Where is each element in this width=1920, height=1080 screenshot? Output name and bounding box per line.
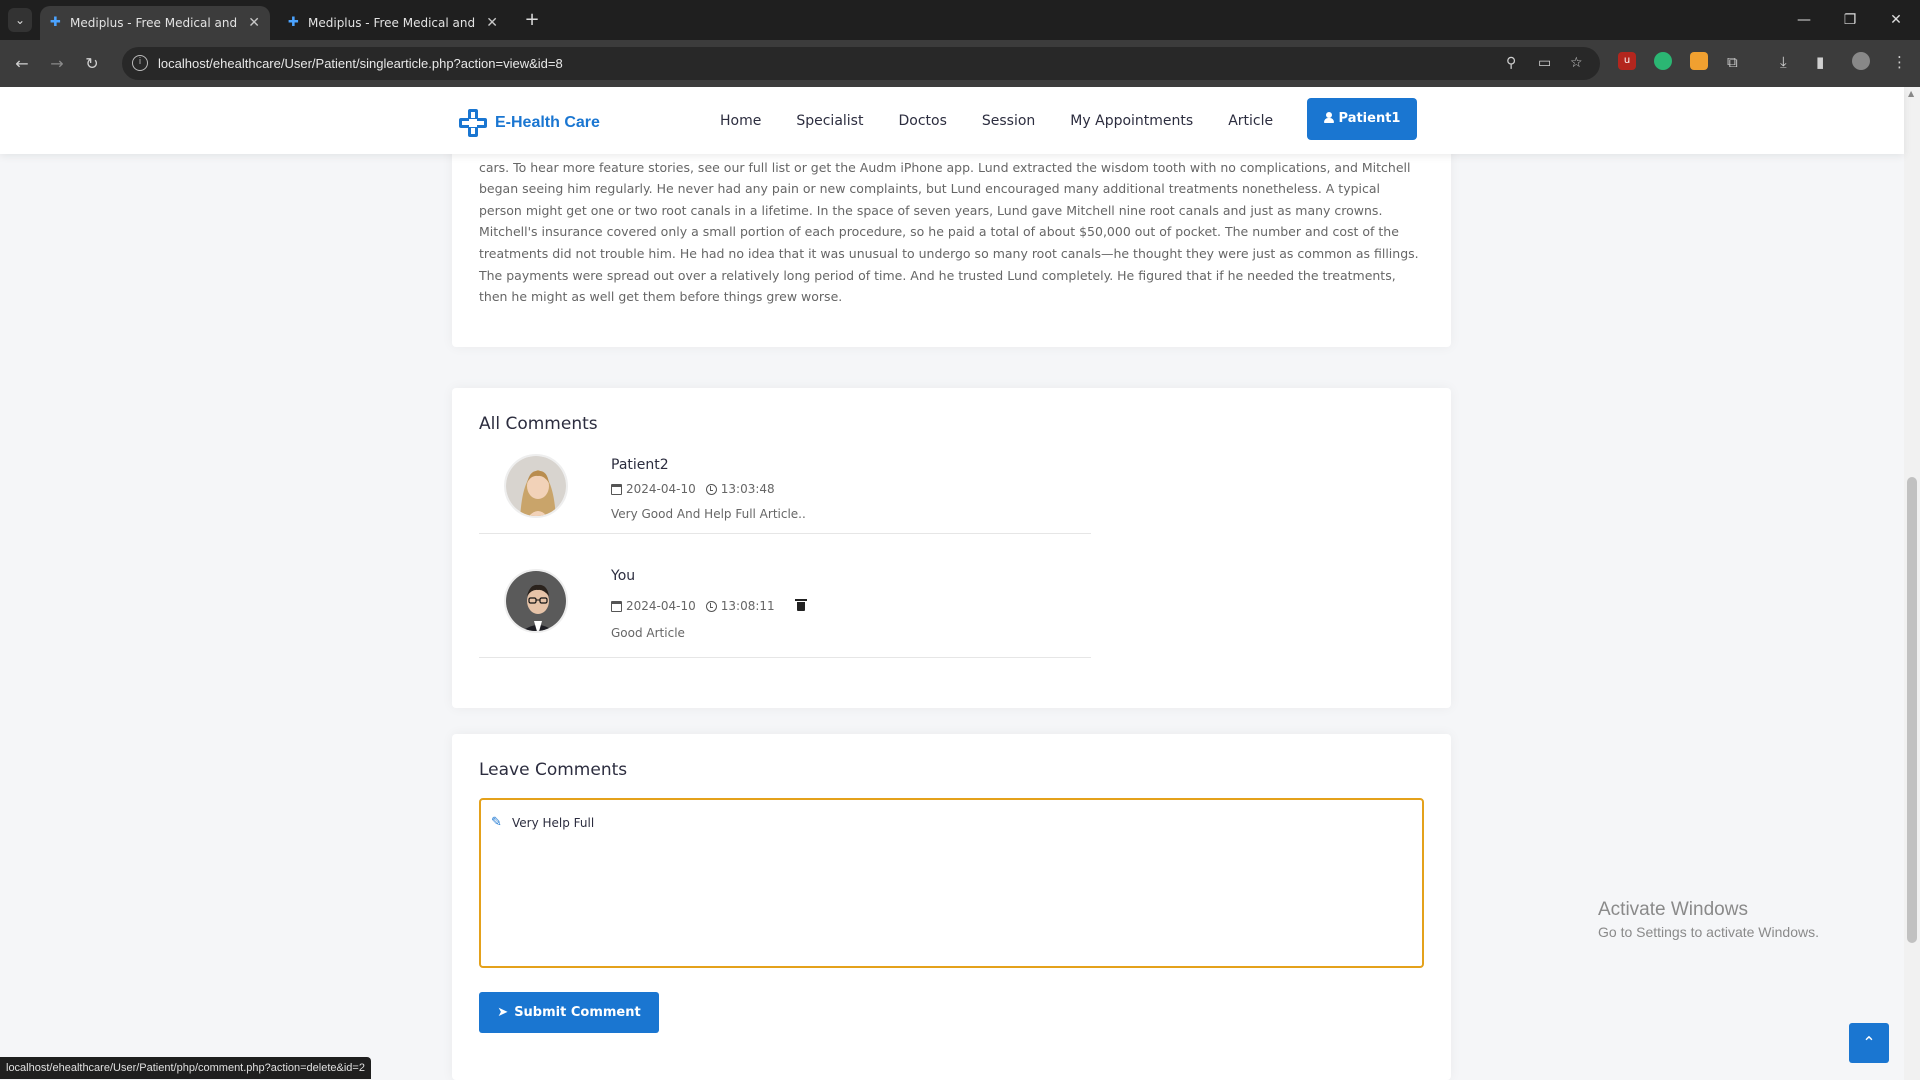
- extension-green-icon[interactable]: [1654, 52, 1672, 70]
- chevron-up-icon: ⌃: [1862, 1033, 1876, 1052]
- main-nav: Home Specialist Doctos Session My Appoin…: [720, 87, 1308, 154]
- comment-time: 13:03:48: [720, 482, 775, 496]
- extension-orange-icon[interactable]: [1690, 52, 1708, 70]
- browser-toolbar: ← → ↻ i localhost/ehealthcare/User/Patie…: [0, 40, 1920, 87]
- nav-session[interactable]: Session: [982, 113, 1035, 129]
- forward-arrow-icon[interactable]: →: [45, 52, 69, 76]
- avatar: [504, 454, 568, 518]
- restore-button[interactable]: ❐: [1830, 6, 1870, 34]
- profile-avatar-icon[interactable]: [1852, 52, 1870, 70]
- comment-author: Patient2: [611, 457, 669, 473]
- leave-comment-card: Leave Comments ✎ Very Help Full ➤ Submit …: [452, 734, 1451, 1080]
- comment-date: 2024-04-10: [626, 599, 696, 613]
- leave-comment-title: Leave Comments: [479, 760, 628, 780]
- man-avatar-icon: [506, 571, 566, 631]
- tab-search-button[interactable]: ⌄: [8, 8, 32, 32]
- comment-item: You 2024-04-10 13:08:11 Good Article: [479, 534, 1091, 658]
- browser-tab[interactable]: ✚ Mediplus - Free Medical and Do ✕: [278, 6, 508, 40]
- comment-meta: 2024-04-10 13:08:11: [611, 598, 807, 613]
- calendar-icon: [611, 600, 622, 612]
- windows-activation-watermark: Activate Windows Go to Settings to activ…: [1598, 898, 1819, 942]
- browser-menu-icon[interactable]: ⋮: [1892, 52, 1907, 72]
- submit-comment-button[interactable]: ➤ Submit Comment: [479, 992, 659, 1033]
- tab-title: Mediplus - Free Medical and Do: [70, 16, 240, 30]
- close-window-button[interactable]: ✕: [1876, 6, 1916, 34]
- close-tab-icon[interactable]: ✕: [248, 6, 260, 40]
- calendar-icon: [611, 483, 622, 495]
- comment-time: 13:08:11: [720, 599, 775, 613]
- comment-textarea[interactable]: ✎ Very Help Full: [479, 798, 1424, 968]
- delete-comment-trash-icon[interactable]: [794, 598, 807, 611]
- site-logo[interactable]: E-Health Care: [457, 107, 600, 139]
- link-status-bubble: localhost/ehealthcare/User/Patient/php/c…: [0, 1057, 371, 1079]
- back-to-top-button[interactable]: ⌃: [1849, 1023, 1889, 1063]
- article-body: was charming, chatty, and upbeat. At the…: [479, 138, 1419, 305]
- paper-plane-icon: ➤: [497, 1005, 509, 1020]
- nav-specialist[interactable]: Specialist: [796, 113, 863, 129]
- watermark-title: Activate Windows: [1598, 899, 1748, 920]
- avatar: [504, 569, 568, 633]
- comment-date: 2024-04-10: [626, 482, 696, 496]
- minimize-button[interactable]: —: [1784, 6, 1824, 34]
- download-icon[interactable]: ⤓: [1780, 52, 1787, 72]
- comments-card: All Comments Patient2 2024-04-10 13:03:4…: [452, 388, 1451, 708]
- comment-author: You: [611, 568, 636, 584]
- user-account-label: Patient1: [1338, 111, 1401, 126]
- bookmark-star-icon[interactable]: ☆: [1570, 55, 1583, 71]
- nav-home[interactable]: Home: [720, 113, 761, 129]
- pencil-icon: ✎: [491, 815, 502, 830]
- card-icon[interactable]: ▭: [1538, 55, 1551, 71]
- site-info-icon[interactable]: i: [132, 55, 148, 71]
- extensions-puzzle-icon[interactable]: ⧉: [1727, 52, 1738, 72]
- scroll-up-arrow-icon[interactable]: ▲: [1908, 89, 1914, 98]
- scroll-thumb[interactable]: [1907, 477, 1917, 943]
- woman-avatar-icon: [506, 456, 566, 516]
- user-icon: [1323, 112, 1334, 123]
- side-panel-icon[interactable]: ▮: [1816, 52, 1824, 72]
- nav-my-appointments[interactable]: My Appointments: [1070, 113, 1193, 129]
- clock-icon: [705, 483, 717, 495]
- browser-tab-active[interactable]: ✚ Mediplus - Free Medical and Do ✕: [40, 6, 270, 40]
- close-tab-icon[interactable]: ✕: [486, 6, 498, 40]
- back-arrow-icon[interactable]: ←: [10, 52, 34, 76]
- clock-icon: [705, 600, 717, 612]
- comments-title: All Comments: [479, 414, 598, 434]
- zoom-icon[interactable]: ⚲: [1506, 55, 1516, 71]
- logo-text: E-Health Care: [495, 114, 600, 131]
- user-account-button[interactable]: Patient1: [1307, 98, 1417, 140]
- comment-input-value[interactable]: Very Help Full: [512, 816, 594, 830]
- submit-comment-label: Submit Comment: [514, 1005, 641, 1020]
- site-header: E-Health Care Home Specialist Doctos Ses…: [0, 87, 1904, 154]
- comment-text: Very Good And Help Full Article..: [611, 507, 806, 521]
- tab-title: Mediplus - Free Medical and Do: [308, 16, 478, 30]
- browser-tab-bar: ⌄ ✚ Mediplus - Free Medical and Do ✕ ✚ M…: [0, 0, 1920, 40]
- reload-icon[interactable]: ↻: [80, 52, 104, 76]
- medical-cross-favicon-icon: ✚: [50, 15, 61, 30]
- comment-meta: 2024-04-10 13:03:48: [611, 482, 775, 496]
- comment-text: Good Article: [611, 626, 685, 640]
- medical-cross-favicon-icon: ✚: [288, 15, 299, 30]
- address-bar[interactable]: i localhost/ehealthcare/User/Patient/sin…: [122, 47, 1600, 80]
- ublock-extension-icon[interactable]: u: [1618, 52, 1636, 70]
- url-text[interactable]: localhost/ehealthcare/User/Patient/singl…: [158, 47, 563, 80]
- medical-cross-logo-icon: [457, 107, 489, 139]
- watermark-subtitle: Go to Settings to activate Windows.: [1598, 924, 1819, 940]
- nav-doctors[interactable]: Doctos: [898, 113, 946, 129]
- comment-item: Patient2 2024-04-10 13:03:48 Very Good A…: [479, 446, 1091, 534]
- new-tab-button[interactable]: +: [520, 8, 544, 32]
- page-scrollbar[interactable]: ▲: [1904, 87, 1920, 1080]
- nav-article[interactable]: Article: [1228, 113, 1273, 129]
